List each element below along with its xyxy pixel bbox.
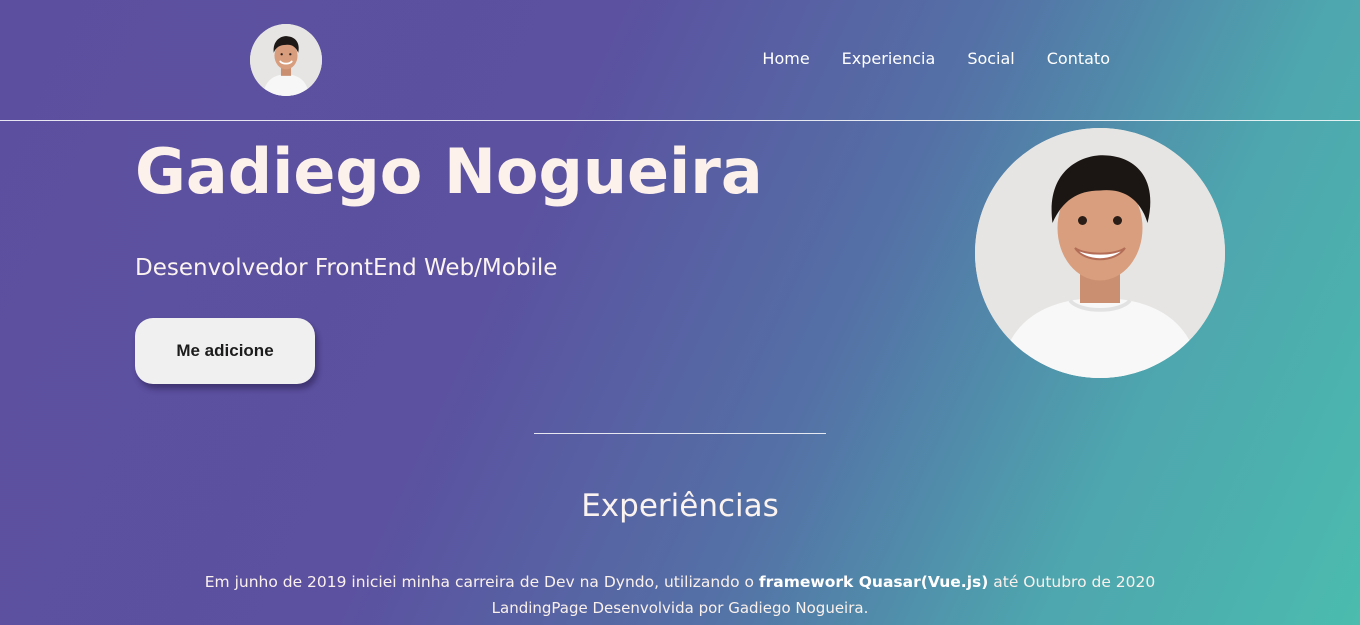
experience-text-before: Em junho de 2019 iniciei minha carreira … [204, 573, 759, 591]
add-me-button[interactable]: Me adicione [135, 318, 315, 384]
site-header: Home Experiencia Social Contato [0, 0, 1360, 121]
section-divider [534, 433, 826, 434]
nav-link-experiencia[interactable]: Experiencia [842, 49, 936, 69]
profile-photo-icon [975, 128, 1225, 378]
main-nav: Home Experiencia Social Contato [762, 49, 1110, 69]
experience-text-after: até Outubro de 2020 [988, 573, 1156, 591]
experience-text: Em junho de 2019 iniciei minha carreira … [0, 572, 1360, 592]
hero-name: Gadiego Nogueira [135, 135, 763, 208]
header-avatar[interactable] [250, 24, 322, 96]
profile-photo-icon [250, 24, 322, 96]
hero-photo [975, 128, 1225, 378]
experience-title: Experiências [581, 488, 779, 524]
footer-credit: LandingPage Desenvolvida por Gadiego Nog… [491, 599, 869, 617]
nav-link-social[interactable]: Social [967, 49, 1014, 69]
hero-role: Desenvolvedor FrontEnd Web/Mobile [135, 255, 558, 281]
experience-text-highlight: framework Quasar(Vue.js) [758, 573, 989, 591]
nav-link-home[interactable]: Home [762, 49, 809, 69]
nav-link-contato[interactable]: Contato [1047, 49, 1110, 69]
